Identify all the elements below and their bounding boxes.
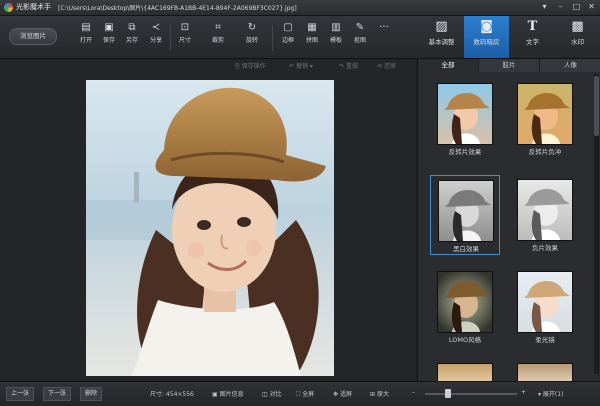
resize-icon: ⊡ [180, 22, 190, 33]
effect-thumbnail [437, 271, 493, 333]
effect-reversal-film[interactable]: 反转片效果 [430, 79, 500, 159]
app-logo-icon [4, 3, 13, 12]
panel-scrollbar[interactable] [594, 74, 599, 374]
cutout-icon: ✎ [355, 22, 365, 33]
effect-thumbnail [517, 363, 573, 383]
previous-image-button[interactable]: 上一张 [6, 387, 35, 401]
collage-button[interactable]: ▦ 拼图 [300, 21, 324, 53]
effect-thumbnail [437, 83, 493, 145]
tab-portrait[interactable]: 人像 [540, 59, 600, 72]
zoom-in-icon[interactable]: + [521, 389, 526, 396]
image-info-button[interactable]: ▣ 图片信息 [212, 389, 244, 398]
maximize-button[interactable]: □ [569, 1, 584, 13]
browse-images-button[interactable]: 浏览图片 [9, 28, 57, 45]
next-image-button[interactable]: 下一张 [43, 387, 72, 401]
save-as-icon: ⧉ [128, 22, 136, 33]
tab-film[interactable]: 胶片 [479, 59, 540, 72]
menu-dropdown-icon[interactable]: ▾ [537, 1, 552, 13]
main-toolbar: 浏览图片 ▤ 打开 ▣ 保存 ⧉ 另存 ≺ 分享 ⊡ 尺寸 ⌗ 裁剪 ↻ 旋转 ▢ 边框 ▦ 拼图… [0, 16, 600, 59]
minimize-button[interactable]: – [553, 1, 568, 13]
more-icon: ··· [379, 22, 389, 33]
frame-icon: ▢ [283, 22, 293, 33]
effect-thumbnail [517, 83, 573, 145]
save-as-button[interactable]: ⧉ 另存 [120, 21, 144, 53]
mode-basic-adjust[interactable]: ▨ 基本调整 [419, 16, 464, 58]
cutout-button[interactable]: ✎ 抠图 [348, 21, 372, 53]
effect-soft-light[interactable]: 柔光镜 [510, 267, 580, 347]
app-name: 光影魔术手 [16, 3, 51, 11]
main-photo[interactable] [86, 80, 334, 376]
image-size-text: 尺寸: 454×556 [150, 391, 194, 398]
rotate-button[interactable]: ↻ 旋转 [240, 21, 264, 53]
save-operation-button[interactable]: ⎘ 保存操作 [235, 61, 266, 71]
watermark-icon: ▩ [571, 19, 584, 34]
effect-thumbnail [438, 180, 494, 242]
crop-button[interactable]: ⌗ 裁剪 [206, 21, 230, 53]
title-bar: 光影魔术手 [C:\Users\Lora\Desktop\图片\{4AC169F… [0, 0, 600, 16]
zoom-slider-track[interactable] [425, 393, 517, 395]
effect-thumbnail [517, 179, 573, 241]
share-button[interactable]: ≺ 分享 [144, 21, 168, 53]
toolbar-divider [272, 25, 273, 51]
effect-lomo[interactable]: LOMO风格 [430, 267, 500, 347]
effect-negative[interactable]: 负片效果 [510, 175, 580, 255]
mode-watermark[interactable]: ▩ 水印 [555, 16, 600, 58]
effect-black-white[interactable]: 黑白效果 [430, 175, 500, 255]
effects-panel: 全部 胶片 人像 反转片效果 反转片负冲 黑白效果 负片效果 LOMO风格 柔光… [417, 59, 600, 383]
effect-thumbnail [437, 363, 493, 383]
template-button[interactable]: ▥ 模板 [324, 21, 348, 53]
history-bar: ⎘ 保存操作 ↶ 撤销 ▾ ↷ 重做 ⟲ 还原 [225, 60, 415, 72]
compare-button[interactable]: ◫ 对比 [262, 389, 282, 398]
effect-thumbnail [517, 271, 573, 333]
mode-digital-darkroom[interactable]: ◙ 数码暗房 [464, 16, 509, 58]
more-tools-button[interactable]: ··· [372, 21, 396, 53]
fit-screen-button[interactable]: ✥ 适屏 [333, 389, 352, 398]
restore-button[interactable]: ⟲ 还原 [377, 61, 396, 70]
save-icon: ▣ [104, 22, 114, 33]
zoom-slider-knob[interactable] [445, 389, 451, 398]
save-button[interactable]: ▣ 保存 [97, 21, 121, 53]
scrollbar-thumb[interactable] [594, 76, 599, 136]
resize-button[interactable]: ⊡ 尺寸 [173, 21, 197, 53]
effect-partial[interactable] [510, 359, 580, 383]
collage-icon: ▦ [307, 22, 317, 33]
template-icon: ▥ [331, 22, 341, 33]
open-button[interactable]: ▤ 打开 [74, 21, 98, 53]
crop-icon: ⌗ [215, 22, 221, 33]
frame-button[interactable]: ▢ 边框 [276, 21, 300, 53]
text-icon: T [527, 19, 538, 34]
zoom-out-icon[interactable]: – [412, 389, 415, 396]
tab-all[interactable]: 全部 [418, 59, 479, 72]
file-path: [C:\Users\Lora\Desktop\图片\{4AC169FB-A1BB… [58, 5, 297, 12]
photo-girl-with-hat [86, 80, 334, 376]
open-icon: ▤ [81, 22, 91, 33]
status-bar: 上一张 下一张 删除 尺寸: 454×556 ▣ 图片信息 ◫ 对比 ⛶ 全屏 … [0, 381, 600, 406]
close-button[interactable]: ✕ [584, 1, 599, 13]
mode-text[interactable]: T 文字 [510, 16, 555, 58]
fullscreen-button[interactable]: ⛶ 全屏 [296, 389, 314, 399]
effect-partial[interactable] [430, 359, 500, 383]
redo-button[interactable]: ↷ 重做 [339, 61, 358, 70]
adjust-icon: ▨ [435, 19, 448, 34]
camera-icon: ◙ [480, 19, 493, 34]
toolbar-divider [170, 25, 171, 51]
rotate-icon: ↻ [247, 22, 257, 33]
expand-button[interactable]: ▾ 展开(1) [538, 389, 563, 398]
effect-reversal-negative[interactable]: 反转片负冲 [510, 79, 580, 159]
share-icon: ≺ [151, 22, 161, 33]
original-size-button[interactable]: ⊞ 原大 [370, 389, 389, 398]
delete-button[interactable]: 删除 [80, 387, 103, 401]
undo-button[interactable]: ↶ 撤销 ▾ [289, 61, 313, 70]
